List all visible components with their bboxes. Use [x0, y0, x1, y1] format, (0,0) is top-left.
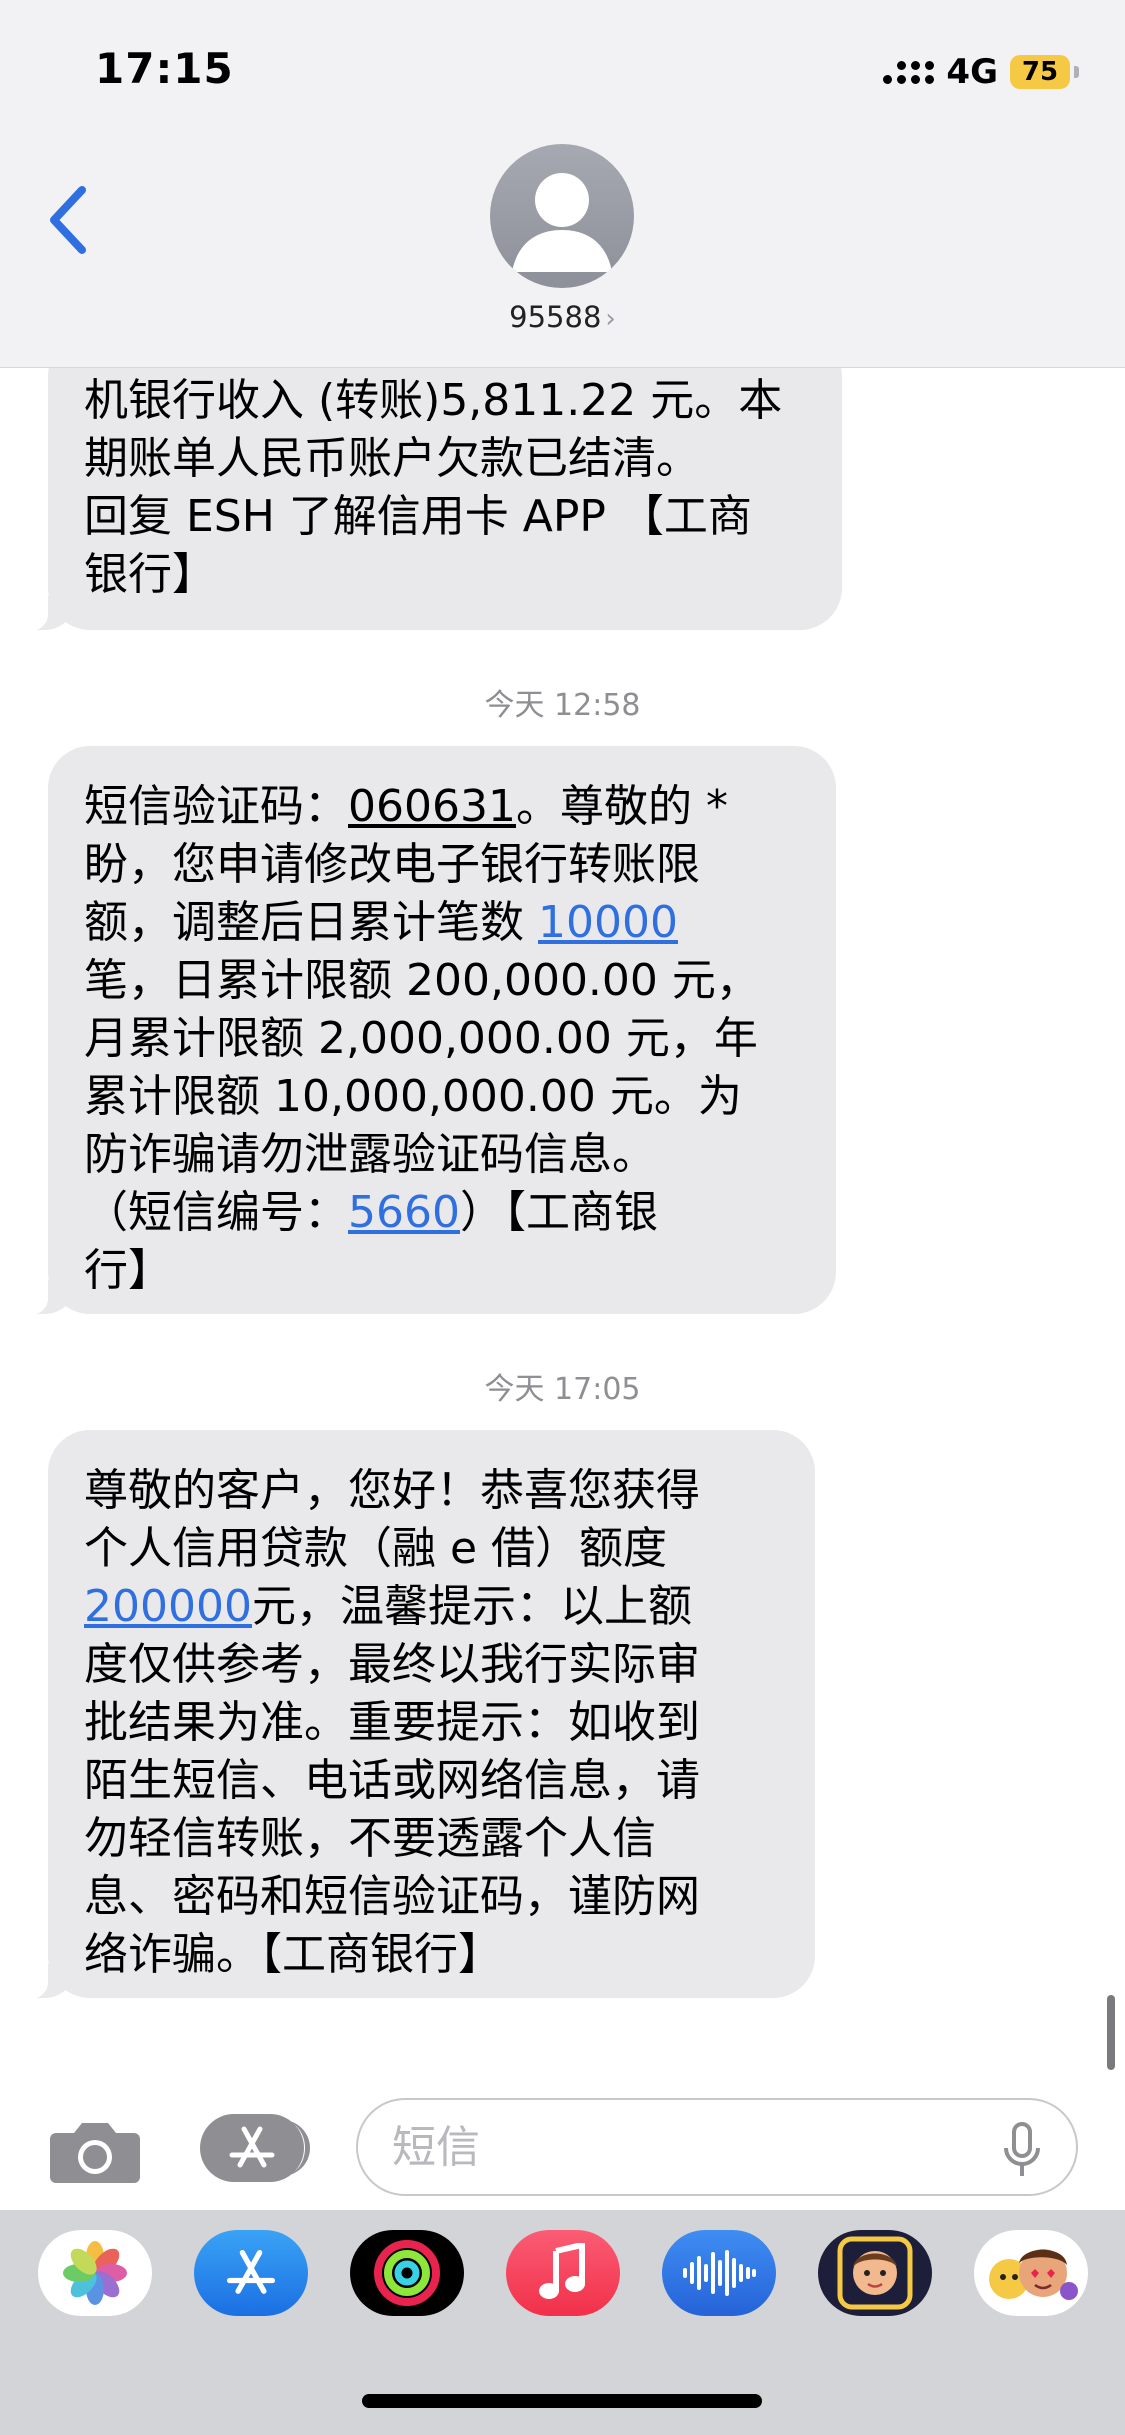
message-text: 机银行收入 (转账)5,811.22 元。本 — [84, 375, 783, 426]
person-icon — [512, 173, 612, 272]
message-text: 笔，日累计限额 200,000.00 元， — [84, 955, 760, 1006]
voice-memo-icon[interactable] — [662, 2230, 776, 2316]
message-input[interactable] — [356, 2098, 1078, 2196]
battery-icon: 75 — [1010, 55, 1079, 89]
message-text: 回复 ESH 了解信用卡 APP 【工商 — [84, 491, 752, 542]
message-text: ）【工商银 — [459, 1187, 658, 1238]
message-bubble[interactable]: 短信验证码：060631。尊敬的 * 盼，您申请修改电子银行转账限 额，调整后日累计… — [22, 746, 836, 1315]
microphone-icon[interactable] — [1002, 2120, 1042, 2180]
message-line: 陌生短信、电话或网络信息，请 — [84, 1752, 777, 1810]
message-text: 防诈骗请勿泄露验证码信息。 — [84, 1129, 656, 1180]
message-text: 元，温馨提示：以上额 — [251, 1581, 692, 1632]
message-line: 期账单人民币账户欠款已结清。 — [84, 430, 804, 488]
message-text: 额，调整后日累计笔数 — [84, 897, 538, 948]
app-store-button[interactable] — [200, 2114, 310, 2182]
message-line: 批结果为准。重要提示：如收到 — [84, 1694, 777, 1752]
detected-number-link[interactable]: 10000 — [538, 897, 678, 948]
message-line: 200000元，温馨提示：以上额 — [84, 1578, 777, 1636]
message-line: 银行】 — [84, 546, 804, 604]
message-text: 月累计限额 2,000,000.00 元，年 — [84, 1013, 758, 1064]
message-line: 盼，您申请修改电子银行转账限 — [84, 836, 798, 894]
message-line: 累计限额 10,000,000.00 元。为 — [84, 1068, 798, 1126]
signal-icon — [883, 60, 935, 84]
message-line: 络诈骗。【工商银行】 — [84, 1926, 777, 1984]
message-text: 累计限额 10,000,000.00 元。为 — [84, 1071, 742, 1122]
message-text: 。尊敬的 * — [515, 781, 728, 832]
message-line: 短信验证码：060631。尊敬的 * — [84, 778, 798, 836]
message-bubble[interactable]: 尊敬的客户，您好！恭喜您获得 个人信用贷款（融 e 借）额度 200000元，温馨提… — [22, 1430, 815, 1999]
message-text: 行】 — [84, 1245, 172, 1296]
message-text: 息、密码和短信验证码，谨防网 — [84, 1871, 700, 1922]
detected-number-link[interactable]: 200000 — [84, 1581, 252, 1632]
contact-avatar[interactable] — [490, 144, 634, 288]
message-text: 短信验证码： — [84, 781, 348, 832]
message-line: 月累计限额 2,000,000.00 元，年 — [84, 1010, 798, 1068]
compose-bar — [0, 2090, 1125, 2210]
message-line: 个人信用贷款（融 e 借）额度 — [84, 1520, 777, 1578]
chevron-left-icon[interactable] — [40, 180, 100, 260]
message-line: 笔，日累计限额 200,000.00 元， — [84, 952, 798, 1010]
contact-name-button[interactable]: 95588 › — [0, 300, 1125, 334]
message-line: 度仅供参考，最终以我行实际审 — [84, 1636, 777, 1694]
app-store-icon — [229, 2126, 275, 2168]
message-text: 陌生短信、电话或网络信息，请 — [84, 1755, 700, 1806]
conversation-header: 17:15 4G 75 95588 › — [0, 0, 1125, 368]
message-text: 银行】 — [84, 549, 216, 600]
message-text: 期账单人民币账户欠款已结清。 — [84, 433, 700, 484]
message-line: 息、密码和短信验证码，谨防网 — [84, 1868, 777, 1926]
message-line: 额，调整后日累计笔数 10000 — [84, 894, 798, 952]
message-line: 尊敬的客户，您好！恭喜您获得 — [84, 1462, 777, 1520]
message-text: 勿轻信转账，不要透露个人信 — [84, 1813, 656, 1864]
status-time: 17:15 — [95, 44, 234, 93]
message-timestamp: 今天 12:58 — [484, 688, 641, 723]
memoji-stickers-icon[interactable] — [974, 2230, 1088, 2316]
message-text: 批结果为准。重要提示：如收到 — [84, 1697, 700, 1748]
message-line: 回复 ESH 了解信用卡 APP 【工商 — [84, 488, 804, 546]
message-text: 度仅供参考，最终以我行实际审 — [84, 1639, 700, 1690]
message-text: （短信编号： — [84, 1187, 348, 1238]
photos-icon[interactable] — [38, 2230, 152, 2316]
music-icon[interactable] — [506, 2230, 620, 2316]
network-type: 4G — [946, 52, 998, 92]
contact-number: 95588 — [509, 300, 602, 334]
message-text: 个人信用贷款（融 e 借）额度 — [84, 1523, 668, 1574]
message-bubble[interactable]: 机银行收入 (转账)5,811.22 元。本 期账单人民币账户欠款已结清。回复 E… — [22, 334, 842, 631]
message-text: 络诈骗。【工商银行】 — [84, 1929, 502, 1980]
app-store-icon[interactable] — [194, 2230, 308, 2316]
status-indicators: 4G 75 — [883, 50, 1079, 94]
detected-number-link[interactable]: 5660 — [348, 1187, 460, 1238]
message-line: 勿轻信转账，不要透露个人信 — [84, 1810, 777, 1868]
message-line: 行】 — [84, 1242, 798, 1300]
battery-level: 75 — [1021, 57, 1059, 87]
message-line: （短信编号：5660）【工商银 — [84, 1184, 798, 1242]
message-line: 防诈骗请勿泄露验证码信息。 — [84, 1126, 798, 1184]
message-text: 盼，您申请修改电子银行转账限 — [84, 839, 700, 890]
message-text: 尊敬的客户，您好！恭喜您获得 — [84, 1465, 700, 1516]
camera-icon[interactable] — [50, 2115, 140, 2185]
message-line: 机银行收入 (转账)5,811.22 元。本 — [84, 372, 804, 430]
verification-code[interactable]: 060631 — [348, 781, 516, 832]
chevron-right-icon: › — [605, 304, 616, 334]
fitness-icon[interactable] — [350, 2230, 464, 2316]
memoji-camera-icon[interactable] — [818, 2230, 932, 2316]
home-indicator[interactable] — [362, 2394, 762, 2408]
message-timestamp: 今天 17:05 — [484, 1372, 641, 1407]
scroll-indicator[interactable] — [1107, 1995, 1115, 2070]
